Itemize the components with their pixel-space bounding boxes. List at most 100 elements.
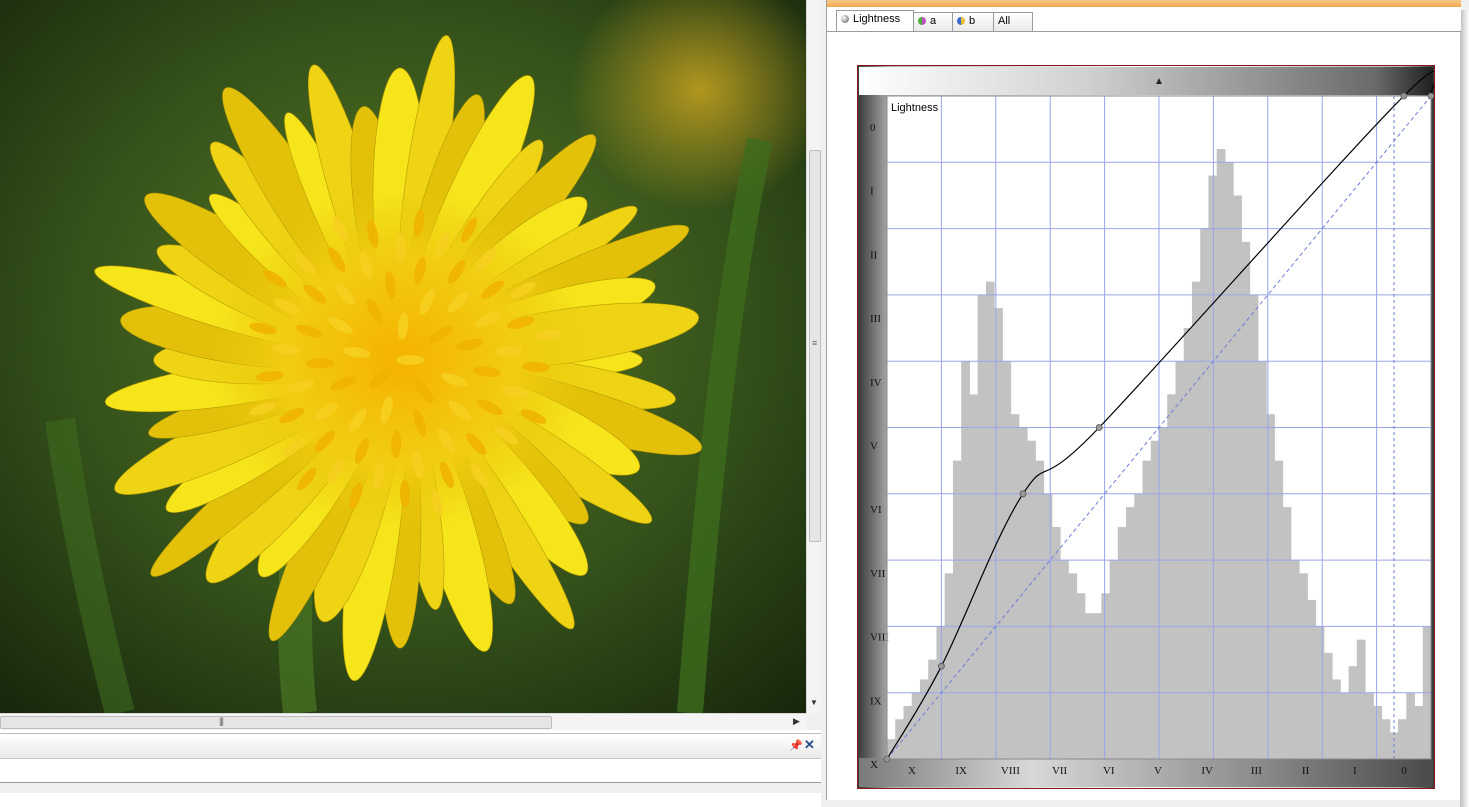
- x-axis-labels: X IX VIII VII VI V IV III II I 0: [908, 765, 1407, 777]
- grip-icon: |||: [219, 716, 224, 726]
- histogram-bar: [1224, 162, 1234, 760]
- image-pane: ≡ ▼ ||| ▶: [0, 0, 821, 730]
- histogram-bar: [1356, 639, 1366, 759]
- histogram-bar: [1307, 599, 1317, 759]
- histogram-bar: [911, 692, 921, 759]
- horizontal-scroll-thumb[interactable]: |||: [0, 716, 552, 729]
- histogram-bar: [1117, 526, 1127, 759]
- histogram-bar: [1216, 149, 1226, 759]
- histogram-bar: [1159, 427, 1168, 759]
- histogram-bar: [1051, 526, 1061, 759]
- histogram-bar: [1191, 281, 1201, 759]
- curve-control-point[interactable]: [1095, 424, 1103, 431]
- histogram-bar: [1282, 507, 1292, 759]
- y-tick-label: V: [870, 441, 878, 453]
- y-tick-label: II: [870, 249, 878, 261]
- histogram-bar: [977, 294, 987, 759]
- y-tick-label: VI: [870, 504, 882, 516]
- a-channel-icon: [918, 17, 926, 25]
- histogram-bar: [1126, 507, 1135, 759]
- app-window: ≡ ▼ ||| ▶ 📌 ✕ Lightness a b All ▲ Lightn…: [0, 0, 1469, 807]
- scroll-right-arrow-icon[interactable]: ▶: [793, 716, 800, 727]
- curve-editor[interactable]: ▲ Lightness 0 I II III IV V VI VII VIII IX X X IX VI…: [857, 65, 1435, 789]
- histogram-bar: [952, 460, 962, 759]
- histogram-bar: [1076, 593, 1086, 759]
- histogram-bar: [944, 573, 954, 759]
- graph-title: Lightness: [891, 102, 939, 114]
- floret-shape: [396, 355, 424, 365]
- x-tick-label: II: [1302, 765, 1310, 777]
- tab-label: a: [930, 15, 937, 27]
- tab-b[interactable]: b: [952, 12, 994, 31]
- top-marker-icon[interactable]: ▲: [1154, 76, 1164, 87]
- histogram-bar: [1068, 573, 1078, 759]
- histogram-bar: [1414, 705, 1424, 759]
- y-axis-labels: 0IIIIIIIVVVIVIIVIIIIXX: [870, 122, 889, 771]
- y-tick-label: IX: [870, 695, 882, 707]
- histogram-bar: [1035, 460, 1045, 759]
- lightness-channel-icon: [841, 15, 849, 23]
- photo-canvas[interactable]: [0, 0, 806, 713]
- histogram-bar: [1060, 560, 1069, 759]
- histogram-bar: [1010, 414, 1020, 759]
- y-tick-label: VIII: [870, 632, 889, 644]
- histogram-bar: [985, 281, 995, 759]
- curves-panel-frame: Lightness a b All ▲ Lightness 0 I II III…: [826, 0, 1461, 800]
- histogram-bar: [1167, 394, 1176, 759]
- tab-all[interactable]: All: [993, 12, 1033, 31]
- histogram-bar: [1299, 573, 1308, 759]
- dandelion-photo: [0, 0, 806, 713]
- close-icon[interactable]: ✕: [804, 737, 815, 753]
- curve-graph[interactable]: ▲ Lightness 0IIIIIIIVVVIVIIVIIIIXX X IX VI…: [858, 66, 1434, 788]
- histogram-bar: [1183, 328, 1193, 759]
- panel-shadow: [1460, 10, 1469, 807]
- curve-control-point[interactable]: [938, 662, 945, 670]
- histogram-bar: [1340, 692, 1350, 759]
- histogram-bar: [1101, 593, 1111, 759]
- channel-tabs: Lightness a b All: [827, 7, 1461, 32]
- histogram-bar: [1093, 613, 1102, 759]
- scroll-down-arrow-icon[interactable]: ▼: [810, 699, 818, 707]
- histogram-bar: [1249, 294, 1259, 759]
- histogram-bar: [1150, 440, 1160, 759]
- histogram-bar: [1027, 440, 1036, 759]
- y-tick-label: VII: [870, 568, 886, 580]
- docked-panel: 📌 ✕: [0, 730, 821, 807]
- histogram-bar: [1018, 427, 1028, 759]
- y-tick-label: IV: [870, 377, 882, 389]
- x-tick-label: V: [1154, 765, 1162, 777]
- horizontal-scrollbar[interactable]: ||| ▶: [0, 713, 806, 730]
- histogram-bar: [1406, 692, 1416, 759]
- x-tick-label: IV: [1201, 765, 1213, 777]
- tab-divider: [827, 31, 1461, 32]
- vertical-scrollbar[interactable]: ≡ ▼: [806, 0, 821, 713]
- b-channel-icon: [957, 17, 965, 25]
- tab-label: All: [998, 15, 1011, 27]
- x-tick-label: VII: [1052, 765, 1068, 777]
- histogram-bar: [1142, 460, 1152, 759]
- histogram-bar: [1274, 460, 1284, 759]
- pin-icon[interactable]: 📌: [789, 739, 803, 752]
- panel-title-bar: [827, 0, 1461, 7]
- histogram-bar: [1348, 666, 1358, 759]
- curves-panel: Lightness a b All ▲ Lightness 0 I II III…: [821, 0, 1469, 807]
- curve-control-point[interactable]: [1019, 490, 1027, 498]
- histogram-bar: [969, 394, 979, 759]
- x-tick-label: I: [1353, 765, 1357, 777]
- vertical-scroll-thumb[interactable]: ≡: [809, 150, 821, 542]
- histogram-bar: [1241, 241, 1251, 760]
- histogram-bar: [1290, 560, 1300, 759]
- histogram-bar: [1323, 652, 1333, 759]
- tab-lightness[interactable]: Lightness: [836, 10, 914, 32]
- x-tick-label: 0: [1401, 765, 1407, 777]
- docked-panel-header: 📌 ✕: [0, 733, 821, 759]
- grip-icon: ≡: [812, 338, 818, 348]
- histogram-bar: [1365, 692, 1374, 759]
- tab-a[interactable]: a: [913, 12, 953, 31]
- histogram-bar: [1208, 175, 1218, 759]
- histogram-bar: [1373, 705, 1383, 759]
- tab-label: Lightness: [853, 13, 901, 25]
- x-tick-label: III: [1251, 765, 1262, 777]
- x-tick-label: VIII: [1001, 765, 1020, 777]
- docked-panel-content: [0, 782, 821, 793]
